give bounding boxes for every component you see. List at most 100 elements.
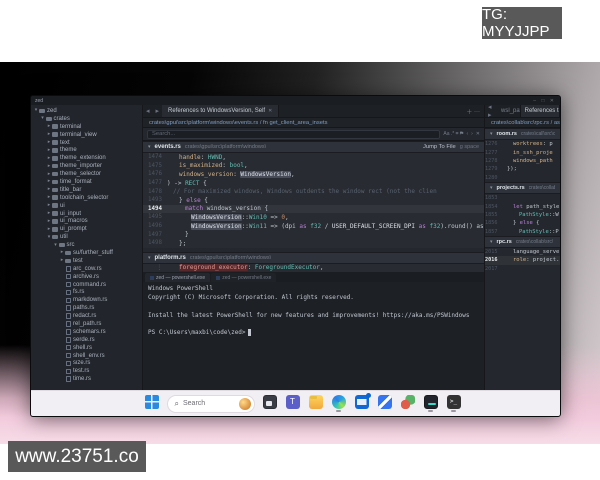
chevron-down-icon[interactable]: ▾ [148,255,151,261]
tree-item[interactable]: rel_path.rs [31,320,142,328]
code-line[interactable]: 1477) -> RECT { [143,179,484,188]
tree-item[interactable]: arc_cow.rs [31,265,142,273]
tree-item[interactable]: schemars.rs [31,328,142,336]
tree-item[interactable]: ▸terminal_view [31,131,142,139]
tree-item[interactable]: ▾crates [31,115,142,123]
code-line[interactable]: 1497} [143,230,484,239]
tree-item[interactable]: archive.rs [31,273,142,281]
taskbar-search[interactable]: ⌕ Search [167,395,255,413]
nav-back-icon[interactable]: ◂ [143,105,153,117]
code-line[interactable]: 1855PathStyle::W [485,211,560,219]
search-option-icons[interactable]: Aa .* ⌗ ⚑ [443,131,463,137]
tree-item[interactable]: ▸toolchain_selector [31,194,142,202]
tab-wsl-paths-rs[interactable]: wsl_paths.rs [497,105,521,117]
search-prev-icon[interactable]: ‹ [466,131,468,137]
code-line[interactable]: 2016role: project.ro [485,256,560,264]
code-line[interactable]: 1279}); [485,165,560,173]
tree-item[interactable]: shell_env.rs [31,352,142,360]
tree-item[interactable]: ▸theme_importer [31,162,142,170]
tree-item[interactable]: ▾util [31,233,142,241]
code-line[interactable]: 1494match windows_version { [143,205,484,214]
tree-item[interactable]: time.rs [31,375,142,383]
terminal-tab[interactable]: zed — powershell.exe [145,273,210,282]
tab-references-to-windows-[interactable]: References to Windows… [521,105,560,117]
taskbar-app-zed[interactable] [377,395,393,412]
code-line[interactable]: 1478// For maximized windows, Windows ou… [143,187,484,196]
tree-item[interactable]: ▸ui_macros [31,217,142,225]
code-line[interactable]: 1475is_maximized: bool, [143,162,484,171]
code-line[interactable]: 1476windows_version: WindowsVersion, [143,170,484,179]
taskbar-app-mail[interactable] [354,395,370,412]
start-button[interactable] [144,395,160,412]
code-line[interactable]: 2017 [485,265,560,273]
taskbar-app-explorer[interactable] [308,395,324,412]
excerpt-header[interactable]: ▾rpc.rscrates\collab\src\ [485,236,560,248]
tab-references[interactable]: References to WindowsVersion, Self ✕ [162,105,279,117]
tab-close-icon[interactable]: ✕ [268,108,272,114]
terminal-output[interactable]: Windows PowerShellCopyright (C) Microsof… [143,282,484,390]
chevron-down-icon[interactable]: ▾ [148,144,151,150]
taskbar-app-edge[interactable] [331,395,347,412]
code-line[interactable]: 1498}; [143,239,484,248]
tree-item[interactable]: ▸su/further_stuff [31,249,142,257]
tree-item[interactable]: ▸theme [31,146,142,154]
tree-item[interactable]: ▸test [31,257,142,265]
terminal-tab[interactable]: zed — powershell.exe [211,273,276,282]
tree-item[interactable]: ▸time_format [31,178,142,186]
jump-to-file-button[interactable]: Jump To File g space [423,144,479,150]
code-line[interactable]: 2015language_server_ [485,248,560,256]
tree-item[interactable]: ▸title_bar [31,186,142,194]
tree-item[interactable]: ▸theme_extension [31,154,142,162]
search-input[interactable] [147,130,440,139]
code-line[interactable]: 1496WindowsVersion::Win11 => (dpi as f32… [143,222,484,231]
code-line[interactable]: 1278windows_path [485,157,560,165]
code-line[interactable]: 1280 [485,174,560,182]
code-line[interactable]: 1857PathStyle::P [485,228,560,236]
nav-forward-icon[interactable]: ▸ [153,105,163,117]
taskbar-app-taskview[interactable] [262,395,278,412]
tree-item[interactable]: redact.rs [31,312,142,320]
window-controls[interactable]: – □ ✕ [533,98,556,104]
tree-item[interactable]: ▸ui [31,202,142,210]
tree-item[interactable]: serde.rs [31,336,142,344]
tree-item[interactable]: ▾zed [31,107,142,115]
tree-item[interactable]: ▸terminal [31,123,142,131]
tree-item[interactable]: ▸theme_selector [31,170,142,178]
excerpt-header-events[interactable]: ▾ events.rs crates\gpui\src\platform\win… [143,141,484,153]
tree-item[interactable]: ▸ui_input [31,210,142,218]
tree-item-label: test.rs [73,368,89,374]
excerpt-header[interactable]: ▾projects.rscrates\collab\src\db\queries… [485,182,560,194]
breadcrumb[interactable]: crates\gpui\src\platform\windows\events.… [143,118,484,128]
code-line[interactable]: 1493} else { [143,196,484,205]
code-line[interactable]: 1856} else { [485,219,560,227]
tree-item[interactable]: paths.rs [31,304,142,312]
code-line[interactable]: 1277in_ssh_proje [485,148,560,156]
code-line[interactable]: 1276worktrees: p [485,140,560,148]
code-line[interactable]: 1495WindowsVersion::Win10 => 0, [143,213,484,222]
search-close-icon[interactable]: ✕ [476,131,480,137]
search-next-icon[interactable]: › [471,131,473,137]
tree-item[interactable]: shell.rs [31,344,142,352]
code-line[interactable]: 1854let path_style = [485,202,560,210]
tree-item[interactable]: command.rs [31,281,142,289]
excerpt-header[interactable]: ▾room.rscrates\call\src\call_impl\ [485,128,560,140]
tree-item[interactable]: ▸text [31,139,142,147]
taskbar-app-misc[interactable] [400,395,416,412]
code-line[interactable]: ⋮foreground_executor: ForegroundExecutor… [143,264,484,273]
tree-item[interactable]: fs.rs [31,288,142,296]
code-line[interactable]: 1474handle: HWND, [143,153,484,162]
taskbar-app-term[interactable] [446,395,462,412]
tree-item[interactable]: ▾src [31,241,142,249]
tree-item[interactable]: test.rs [31,367,142,375]
zed-titlebar[interactable]: zed – □ ✕ [31,96,560,105]
tree-item[interactable]: ▸ui_prompt [31,225,142,233]
taskbar-app-teams[interactable] [285,395,301,412]
tree-item[interactable]: markdown.rs [31,296,142,304]
excerpt-header-platform[interactable]: ▾ platform.rs crates\gpui\src\platform\w… [143,252,484,264]
taskbar-app-code[interactable] [423,395,439,412]
code-line[interactable]: 1853 [485,194,560,202]
right-breadcrumb[interactable]: crates\collab\src\rpc.rs / async fn join… [485,118,560,128]
tree-item[interactable]: size.rs [31,360,142,368]
nav-arrows[interactable]: ◂ ▸ [485,105,497,117]
tabbar-actions[interactable]: ＋ ⋯ [462,105,484,117]
